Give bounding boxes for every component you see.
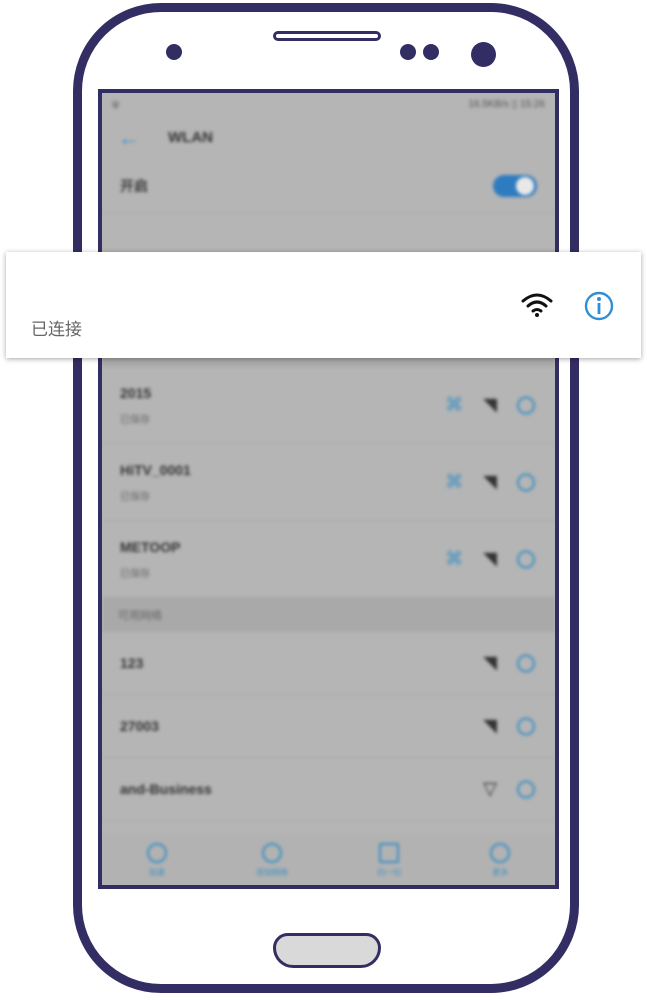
nav-label: 扫一扫	[377, 867, 402, 877]
page-title: WLAN	[168, 129, 213, 146]
nav-label: 添加网络	[255, 867, 288, 877]
network-name: 27003	[120, 718, 159, 734]
nav-label: 更多	[492, 867, 509, 877]
plus-circle-icon	[261, 842, 282, 863]
speedometer-icon	[146, 842, 167, 863]
wifi-lock-icon: ◥	[483, 715, 497, 736]
home-button[interactable]	[273, 933, 381, 968]
phone-screen: ψ 16.5KB/s ▯ 15:26 ← WLAN 开启 已保存的网络 2015…	[98, 89, 559, 889]
more-icon	[490, 842, 511, 863]
available-network-item[interactable]: 123 ◥	[102, 632, 555, 695]
info-icon[interactable]	[517, 473, 535, 491]
wifi-lock-icon: ◥	[483, 471, 497, 492]
status-bar: ψ 16.5KB/s ▯ 15:26	[102, 93, 555, 115]
bottom-nav: 加速 添加网络 扫一扫 更多	[102, 835, 555, 885]
saved-network-item[interactable]: HiTV_0001 已保存 ⌘ ◥	[102, 444, 555, 521]
network-name: and-Business	[120, 781, 212, 797]
share-icon[interactable]: ⌘	[445, 472, 463, 493]
info-icon[interactable]	[517, 654, 535, 672]
wifi-icon	[521, 293, 553, 317]
section-header-available: 可用网络	[102, 598, 555, 632]
share-icon[interactable]: ⌘	[445, 395, 463, 416]
status-right: 16.5KB/s ▯ 15:26	[468, 98, 545, 110]
wlan-toggle[interactable]	[493, 175, 537, 197]
wifi-lock-icon: ◥	[483, 548, 497, 569]
info-icon[interactable]	[517, 396, 535, 414]
nav-speedup[interactable]: 加速	[146, 842, 167, 878]
connection-status: 已连接	[31, 320, 82, 339]
info-icon[interactable]	[517, 717, 535, 735]
saved-network-item[interactable]: 2015 已保存 ⌘ ◥	[102, 367, 555, 444]
arrow-left-icon[interactable]: ←	[118, 125, 158, 151]
sensor-dot-left	[400, 44, 416, 60]
info-icon[interactable]	[517, 550, 535, 568]
nav-more[interactable]: 更多	[490, 842, 511, 878]
share-icon[interactable]: ⌘	[445, 549, 463, 570]
nav-scan[interactable]: 扫一扫	[377, 842, 402, 878]
status-left: ψ	[112, 98, 120, 110]
front-camera-dot	[166, 44, 182, 60]
wifi-lock-icon: ◥	[483, 394, 497, 415]
wifi-lock-icon: ◥	[483, 652, 497, 673]
front-camera-lens	[471, 42, 496, 67]
scan-icon	[379, 842, 400, 863]
wifi-icon: ▽	[483, 778, 497, 799]
wlan-switch-label: 开启	[120, 178, 148, 194]
info-icon[interactable]	[517, 780, 535, 798]
blurred-wlan-settings: ψ 16.5KB/s ▯ 15:26 ← WLAN 开启 已保存的网络 2015…	[102, 93, 555, 885]
nav-add-network[interactable]: 添加网络	[255, 842, 288, 878]
sensor-dot-right	[423, 44, 439, 60]
wlan-switch-row[interactable]: 开启	[102, 160, 555, 213]
available-network-item[interactable]: 27003 ◥	[102, 695, 555, 758]
nav-label: 加速	[148, 867, 165, 877]
earpiece-speaker	[273, 31, 381, 41]
network-name: 123	[120, 655, 144, 671]
saved-network-item[interactable]: METOOP 已保存 ⌘ ◥	[102, 521, 555, 598]
info-icon[interactable]	[583, 290, 615, 322]
available-network-item[interactable]: and-Business ▽	[102, 758, 555, 821]
top-bar: ← WLAN	[102, 115, 555, 160]
